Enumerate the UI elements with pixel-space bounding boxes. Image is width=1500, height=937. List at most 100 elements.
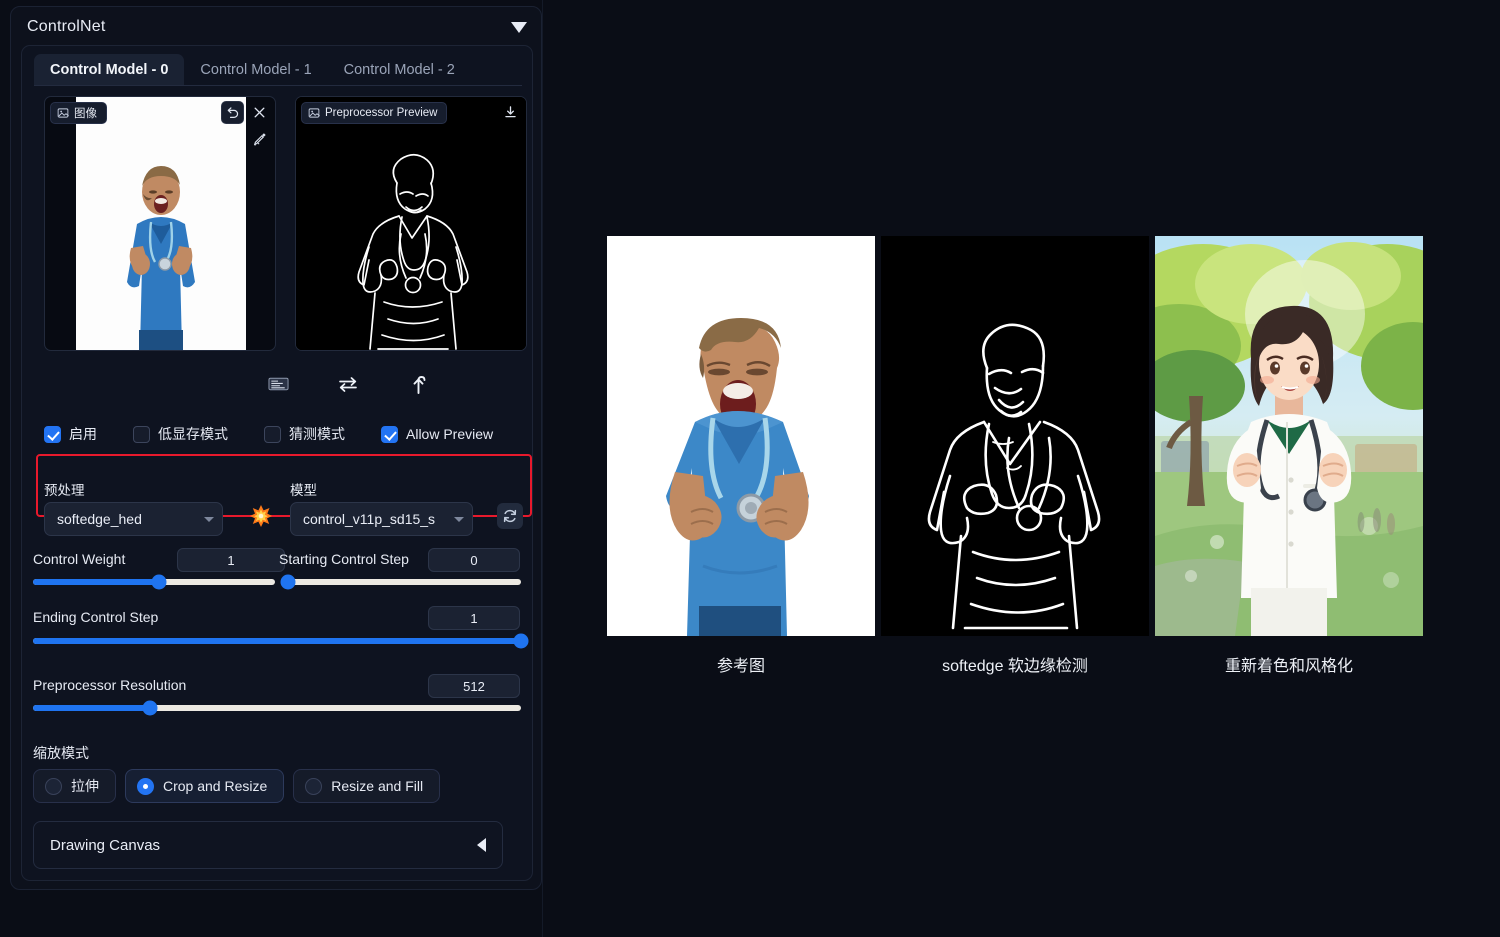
radio-crop-and-resize-dot[interactable]	[137, 778, 154, 795]
source-image-tag: 图像	[50, 102, 107, 124]
source-image-actions	[221, 101, 271, 124]
resize-mode-group: 拉伸 Crop and Resize Resize and Fill	[33, 769, 440, 803]
resize-mode-label: 缩放模式	[33, 743, 89, 763]
checkbox-guessmode-box[interactable]	[264, 426, 281, 443]
control-weight-label: Control Weight	[33, 551, 125, 567]
gallery-item-stylized[interactable]	[1155, 236, 1423, 636]
edge-map-image	[881, 236, 1149, 636]
drawing-canvas-title: Drawing Canvas	[50, 837, 160, 854]
preprocessor-preview-tag: Preprocessor Preview	[301, 102, 447, 124]
checkbox-lowvram-label: 低显存模式	[158, 424, 228, 444]
caption-stylized: 重新着色和风格化	[1155, 652, 1423, 678]
radio-stretch-dot[interactable]	[45, 778, 62, 795]
radio-stretch[interactable]: 拉伸	[33, 769, 116, 803]
tab-control-model-2[interactable]: Control Model - 2	[328, 54, 471, 85]
controlnet-header: ControlNet	[11, 7, 541, 47]
starting-control-step-knob[interactable]	[280, 575, 295, 590]
chevron-down-icon	[454, 517, 464, 522]
preprocessor-select[interactable]: softedge_hed	[44, 502, 223, 536]
model-select[interactable]: control_v11p_sd15_s	[290, 502, 473, 536]
tab-bar: Control Model - 0 Control Model - 1 Cont…	[34, 54, 471, 85]
preview-actions	[499, 101, 522, 124]
tab-control-model-0[interactable]: Control Model - 0	[34, 54, 184, 85]
tab-control-model-1[interactable]: Control Model - 1	[184, 54, 327, 85]
reference-photo	[607, 236, 875, 636]
control-weight-value[interactable]: 1	[177, 548, 285, 572]
undo-icon	[226, 106, 240, 120]
checkbox-lowvram[interactable]: 低显存模式	[133, 424, 228, 444]
download-icon	[503, 105, 518, 120]
starting-control-step-value[interactable]: 0	[428, 548, 520, 572]
undo-button[interactable]	[221, 101, 244, 124]
starting-control-step-slider[interactable]	[283, 579, 521, 585]
gallery-item-reference[interactable]	[607, 236, 875, 636]
explosion-icon[interactable]	[249, 504, 273, 528]
edit-button[interactable]	[248, 128, 271, 151]
refresh-models-button[interactable]	[497, 503, 523, 529]
download-button[interactable]	[499, 101, 522, 124]
swap-button[interactable]	[333, 370, 363, 398]
anime-nurse-render	[1155, 236, 1423, 636]
ending-control-step-fill	[33, 638, 521, 644]
checkbox-enable-box[interactable]	[44, 426, 61, 443]
source-image-tag-label: 图像	[74, 105, 97, 121]
upload-arrow-icon	[409, 374, 428, 395]
ending-control-step-slider[interactable]	[33, 638, 521, 644]
controlnet-panel: ControlNet Control Model - 0 Control Mod…	[10, 6, 542, 890]
gallery-item-edge-map[interactable]	[881, 236, 1149, 636]
preprocessor-resolution-value[interactable]: 512	[428, 674, 520, 698]
radio-resize-and-fill-dot[interactable]	[305, 778, 322, 795]
preprocessor-preview-tag-label: Preprocessor Preview	[325, 107, 437, 119]
caret-left-icon[interactable]	[477, 838, 486, 852]
close-button[interactable]	[248, 101, 271, 124]
options-row: 启用 低显存模式 猜测模式 Allow Preview	[44, 421, 514, 447]
caption-reference: 参考图	[607, 652, 875, 678]
checkbox-enable[interactable]: 启用	[44, 424, 97, 444]
ending-control-step-label: Ending Control Step	[33, 609, 158, 625]
preprocessor-resolution-knob[interactable]	[143, 701, 158, 716]
preprocessor-value: softedge_hed	[57, 511, 198, 527]
ending-control-step-knob[interactable]	[514, 634, 529, 649]
radio-resize-and-fill-label: Resize and Fill	[331, 778, 423, 794]
model-label: 模型	[290, 479, 317, 499]
image-icon	[57, 107, 69, 119]
ending-control-step-value[interactable]: 1	[428, 606, 520, 630]
checkbox-guessmode[interactable]: 猜测模式	[264, 424, 345, 444]
preprocessor-label: 预处理	[44, 479, 85, 499]
app-root: ControlNet Control Model - 0 Control Mod…	[0, 0, 1500, 937]
send-to-button[interactable]	[403, 370, 433, 398]
checkbox-guessmode-label: 猜测模式	[289, 424, 345, 444]
preprocessor-preview-box[interactable]: Preprocessor Preview	[295, 96, 527, 351]
stylized-image	[1155, 236, 1423, 636]
starting-control-step-label: Starting Control Step	[279, 551, 409, 567]
drawing-canvas-accordion[interactable]: Drawing Canvas	[33, 821, 503, 869]
chevron-down-icon	[204, 517, 214, 522]
source-image-box[interactable]: 图像	[44, 96, 276, 351]
radio-crop-and-resize[interactable]: Crop and Resize	[125, 769, 284, 803]
tab-underline	[34, 85, 522, 86]
model-value: control_v11p_sd15_s	[303, 511, 448, 527]
radio-resize-and-fill[interactable]: Resize and Fill	[293, 769, 440, 803]
checkbox-allow-preview-box[interactable]	[381, 426, 398, 443]
controlnet-body: Control Model - 0 Control Model - 1 Cont…	[21, 45, 533, 881]
radio-stretch-label: 拉伸	[71, 776, 99, 796]
control-weight-slider[interactable]	[33, 579, 275, 585]
crop-button[interactable]	[263, 370, 293, 398]
image-icon	[308, 107, 320, 119]
checkbox-lowvram-box[interactable]	[133, 426, 150, 443]
image-row: 图像	[44, 96, 514, 351]
preprocessor-resolution-label: Preprocessor Resolution	[33, 677, 186, 693]
control-weight-knob[interactable]	[151, 575, 166, 590]
page-title: ControlNet	[27, 18, 105, 36]
checkbox-enable-label: 启用	[69, 424, 97, 444]
checkbox-allow-preview-label: Allow Preview	[406, 426, 493, 442]
control-weight-fill	[33, 579, 159, 585]
nurse-photo-thumb	[107, 152, 215, 351]
radio-crop-and-resize-label: Crop and Resize	[163, 778, 267, 794]
preprocessor-resolution-slider[interactable]	[33, 705, 521, 711]
checkbox-allow-preview[interactable]: Allow Preview	[381, 426, 493, 443]
preprocessor-preview-image	[296, 97, 526, 350]
caret-down-icon[interactable]	[511, 22, 527, 33]
source-image	[76, 97, 246, 351]
swap-icon	[337, 375, 359, 393]
